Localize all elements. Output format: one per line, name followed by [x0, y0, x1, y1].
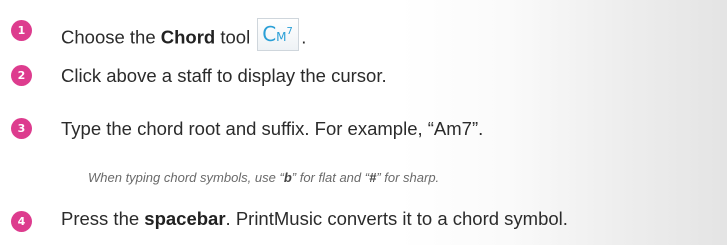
chord-symbol-glyph: CM7: [262, 22, 293, 49]
step-text: Type the chord root and suffix. For exam…: [61, 118, 484, 139]
step-text: Press the spacebar. PrintMusic converts …: [61, 208, 568, 230]
note-text-part: ” for sharp.: [376, 170, 440, 185]
step-text-prefix: Choose the: [61, 26, 161, 48]
flat-key: b: [283, 170, 292, 185]
step-text-period: .: [301, 26, 307, 48]
step-text-prefix: Press the: [61, 208, 145, 229]
tip-note: When typing chord symbols, use “b” for f…: [88, 170, 439, 185]
chord-quality: M: [276, 30, 287, 44]
spacebar-key: spacebar: [144, 208, 226, 229]
step-number-badge: 2: [11, 65, 32, 86]
step-number-badge: 3: [11, 118, 32, 139]
chord-root: C: [262, 22, 277, 46]
chord-tool-icon: CM7: [257, 18, 300, 51]
step-number-badge: 1: [11, 20, 32, 41]
chord-tool-name: Chord: [160, 26, 216, 48]
note-text-part: ” for flat and “: [291, 170, 370, 185]
chord-extension: 7: [286, 26, 293, 37]
step-number-badge: 4: [11, 211, 32, 232]
step-text: Choose the Chord tool CM7.: [61, 18, 307, 55]
note-text-part: When typing chord symbols, use “: [88, 170, 284, 185]
step-text-suffix: tool: [215, 26, 251, 48]
step-text-suffix: . PrintMusic converts it to a chord symb…: [225, 208, 568, 229]
step-text: Click above a staff to display the curso…: [61, 65, 387, 86]
